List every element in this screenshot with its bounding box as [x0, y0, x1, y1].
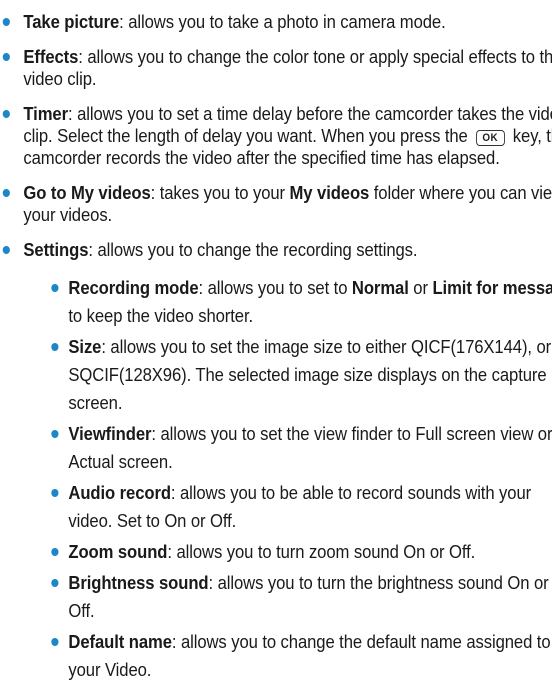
item-description: : allows you to set the image size to ei… — [68, 336, 552, 413]
item-title: Zoom sound — [68, 541, 168, 562]
folder-name: My videos — [289, 182, 370, 203]
item-title: Viewfinder — [68, 423, 152, 444]
item-description: : allows you to take a photo in camera m… — [119, 11, 446, 32]
sublist-item-size: Size: allows you to set the image size t… — [47, 333, 552, 417]
sublist-item-brightness-sound: Brightness sound: allows you to turn the… — [47, 569, 552, 625]
bullet-icon — [51, 430, 59, 438]
bullet-icon — [51, 638, 59, 646]
item-title: Go to My videos — [23, 182, 151, 203]
item-description-continued: or — [408, 277, 433, 298]
bullet-icon — [2, 53, 10, 61]
bullet-icon — [51, 284, 59, 292]
item-description: : allows you to change the recording set… — [88, 239, 418, 260]
item-title: Default name — [68, 631, 172, 652]
sublist-item-audio-record: Audio record: allows you to be able to r… — [47, 479, 552, 535]
item-title: Effects — [23, 46, 79, 67]
list-item-go-to-my-videos: Go to My videos: takes you to your My vi… — [0, 182, 552, 226]
sublist-item-recording-mode: Recording mode: allows you to set to Nor… — [47, 274, 552, 330]
item-title: Settings — [23, 239, 89, 260]
list-item-take-picture: Take picture: allows you to take a photo… — [0, 11, 552, 33]
item-title: Audio record — [68, 482, 171, 503]
item-description: : allows you to change the color tone or… — [23, 46, 552, 89]
item-title: Timer — [23, 103, 68, 124]
bullet-icon — [2, 189, 10, 197]
bullet-icon — [2, 110, 10, 118]
sublist-item-viewfinder: Viewfinder: allows you to set the view f… — [47, 420, 552, 476]
bullet-icon — [51, 343, 59, 351]
sublist-item-default-name: Default name: allows you to change the d… — [47, 628, 552, 684]
item-description: : allows you to turn zoom sound On or Of… — [167, 541, 476, 562]
item-description: : takes you to your — [150, 182, 290, 203]
item-title: Recording mode — [68, 277, 199, 298]
bullet-icon — [51, 489, 59, 497]
manual-page: Take picture: allows you to take a photo… — [0, 0, 552, 684]
bullet-icon — [2, 246, 10, 254]
item-title: Size — [68, 336, 102, 357]
item-title: Brightness sound — [68, 572, 209, 593]
list-item-timer: Timer: allows you to set a time delay be… — [0, 103, 552, 169]
option-list: Take picture: allows you to take a photo… — [0, 11, 552, 684]
item-title: Take picture — [23, 11, 120, 32]
ok-key-icon: OK — [475, 130, 505, 146]
sublist-item-zoom-sound: Zoom sound: allows you to turn zoom soun… — [47, 538, 552, 566]
item-description: : allows you to set to — [198, 277, 352, 298]
option-normal: Normal — [351, 277, 409, 298]
list-item-settings: Settings: allows you to change the recor… — [0, 239, 552, 684]
item-description-end: to keep the video shorter. — [68, 305, 254, 326]
option-limit-for-message: Limit for message — [432, 277, 552, 298]
item-description: : allows you to set a time delay before … — [23, 103, 552, 146]
list-item-effects: Effects: allows you to change the color … — [0, 46, 552, 90]
settings-sublist: Recording mode: allows you to set to Nor… — [47, 274, 552, 684]
bullet-icon — [51, 579, 59, 587]
bullet-icon — [51, 548, 59, 556]
bullet-icon — [2, 18, 10, 26]
